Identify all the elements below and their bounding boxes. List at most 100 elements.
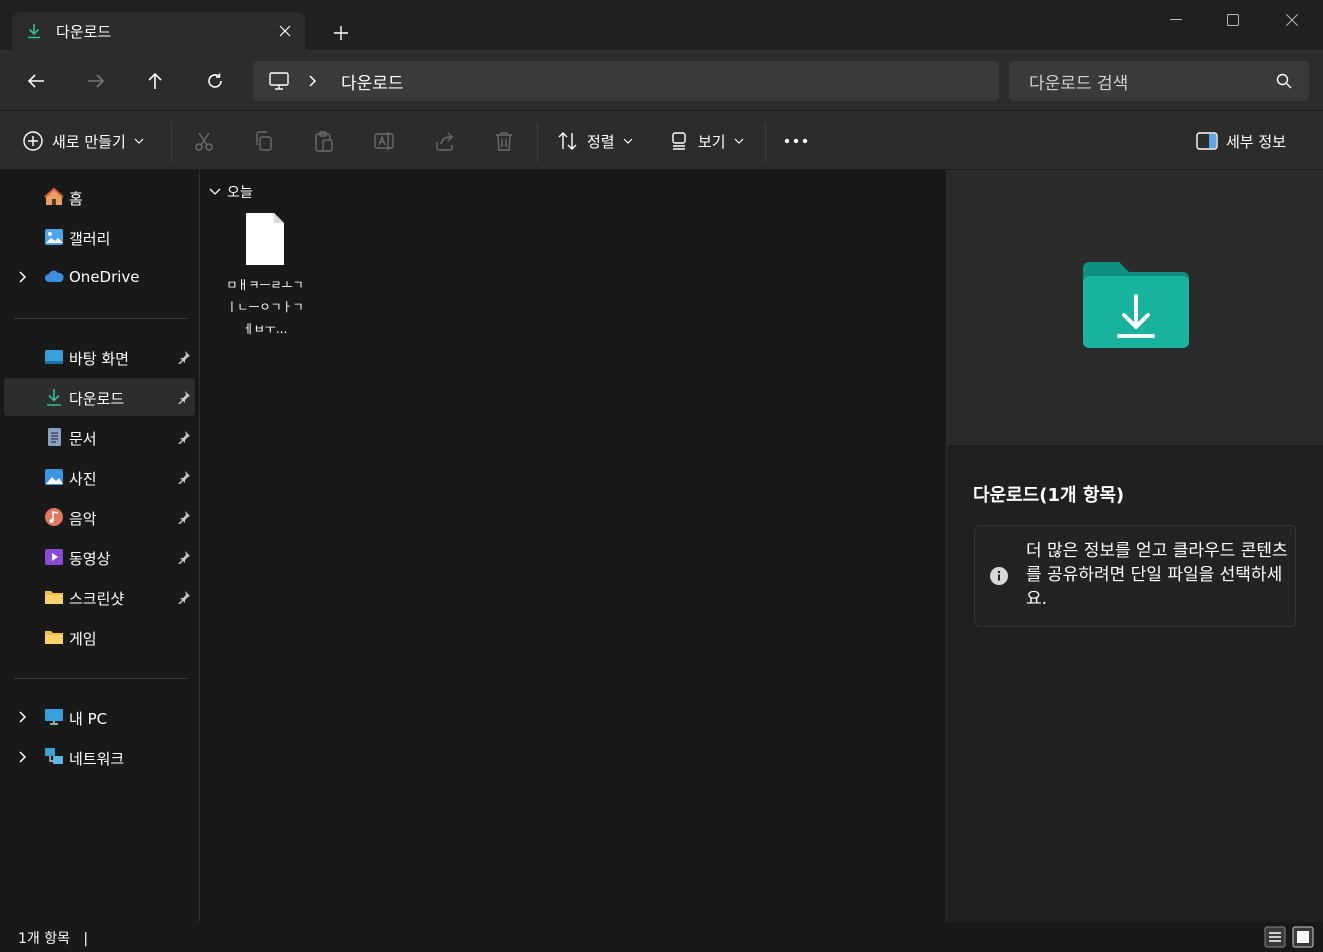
pc-icon bbox=[45, 709, 63, 725]
file-name: ㅁㅐㅋㅡㄹㅗㄱㅣㄴㅡㅇㄱㅏㄱㅔㅂㅜ... bbox=[226, 278, 304, 336]
new-button[interactable]: 새로 만들기 bbox=[22, 125, 144, 157]
sidebar-item-label: 내 PC bbox=[69, 710, 108, 728]
search-icon[interactable] bbox=[1275, 72, 1293, 90]
pc-icon[interactable] bbox=[269, 70, 291, 92]
copy-icon bbox=[256, 131, 272, 151]
navigation-pane: 홈 갤러리 OneDrive 바탕 화면 다운로드 문서 사진 음악 동영상 스… bbox=[0, 170, 200, 922]
plus-circle-icon bbox=[23, 131, 43, 151]
back-arrow-icon[interactable] bbox=[20, 66, 52, 96]
chevron-right-icon[interactable] bbox=[16, 750, 30, 764]
search-input[interactable]: 다운로드 검색 bbox=[1009, 61, 1309, 101]
sidebar-item-documents[interactable]: 문서 bbox=[4, 418, 195, 456]
video-icon bbox=[45, 549, 63, 565]
breadcrumb-item[interactable]: 다운로드 bbox=[341, 69, 404, 94]
details-pane-icon bbox=[1196, 132, 1218, 150]
sidebar-item-label: 사진 bbox=[69, 470, 97, 488]
cloud-icon bbox=[45, 270, 64, 282]
details-title: 다운로드(1개 항목) bbox=[973, 485, 1125, 506]
pin-icon[interactable] bbox=[177, 470, 191, 484]
chevron-right-icon[interactable] bbox=[16, 270, 30, 284]
sidebar-item-screenshots[interactable]: 스크린샷 bbox=[4, 578, 195, 616]
network-icon bbox=[45, 748, 63, 764]
cut-button[interactable] bbox=[193, 125, 215, 157]
view-button-label: 보기 bbox=[698, 132, 726, 151]
up-arrow-icon[interactable] bbox=[139, 66, 171, 96]
sidebar-item-home[interactable]: 홈 bbox=[4, 178, 195, 216]
delete-button[interactable] bbox=[493, 125, 515, 157]
gallery-icon bbox=[45, 229, 63, 245]
group-header-label: 오늘 bbox=[227, 185, 253, 201]
sidebar-item-gallery[interactable]: 갤러리 bbox=[4, 218, 195, 256]
sidebar-item-label: 음악 bbox=[69, 510, 97, 528]
pin-icon[interactable] bbox=[177, 430, 191, 444]
sidebar-divider bbox=[14, 678, 187, 679]
home-icon bbox=[44, 187, 64, 205]
download-folder-icon bbox=[1083, 262, 1189, 348]
sidebar-item-label: 홈 bbox=[69, 190, 83, 208]
rename-icon bbox=[374, 132, 394, 150]
sort-icon bbox=[558, 132, 577, 150]
toolbar-divider bbox=[171, 121, 172, 161]
minimize-icon[interactable] bbox=[1153, 6, 1199, 34]
details-pane-label: 세부 정보 bbox=[1226, 132, 1286, 151]
group-header-today[interactable]: 오늘 bbox=[209, 182, 253, 202]
tiles-view-icon[interactable] bbox=[1292, 926, 1314, 948]
share-icon bbox=[436, 132, 453, 151]
rename-button[interactable] bbox=[373, 125, 395, 157]
download-icon bbox=[24, 21, 44, 41]
chevron-right-icon[interactable] bbox=[16, 710, 30, 724]
sidebar-item-this-pc[interactable]: 내 PC bbox=[4, 698, 195, 736]
sidebar-item-videos[interactable]: 동영상 bbox=[4, 538, 195, 576]
sidebar-item-pictures[interactable]: 사진 bbox=[4, 458, 195, 496]
pin-icon[interactable] bbox=[177, 390, 191, 404]
pin-icon[interactable] bbox=[177, 550, 191, 564]
toolbar-divider bbox=[537, 121, 538, 161]
pin-icon[interactable] bbox=[177, 350, 191, 364]
sidebar-item-downloads[interactable]: 다운로드 bbox=[4, 378, 195, 416]
status-bar: 1개 항목 | bbox=[0, 922, 1323, 952]
sidebar-item-network[interactable]: 네트워크 bbox=[4, 738, 195, 776]
refresh-icon[interactable] bbox=[199, 66, 231, 96]
forward-arrow-icon[interactable] bbox=[80, 66, 112, 96]
plus-icon[interactable] bbox=[328, 20, 354, 46]
title-bar: 다운로드 bbox=[0, 0, 1323, 50]
paste-button[interactable] bbox=[313, 125, 335, 157]
close-icon[interactable] bbox=[275, 21, 295, 41]
sidebar-item-onedrive[interactable]: OneDrive bbox=[4, 258, 195, 296]
sidebar-item-music[interactable]: 음악 bbox=[4, 498, 195, 536]
details-pane: 다운로드(1개 항목) 더 많은 정보를 얻고 클라우드 콘텐츠를 공유하려면 … bbox=[946, 170, 1323, 922]
sidebar-item-games[interactable]: 게임 bbox=[4, 618, 195, 656]
address-field[interactable]: 다운로드 bbox=[253, 61, 999, 101]
file-item[interactable]: ㅁㅐㅋㅡㄹㅗㄱㅣㄴㅡㅇㄱㅏㄱㅔㅂㅜ... bbox=[223, 212, 307, 362]
copy-button[interactable] bbox=[253, 125, 275, 157]
details-pane-button[interactable]: 세부 정보 bbox=[1196, 125, 1286, 157]
command-bar: 새로 만들기 정렬 보기 세부 정보 bbox=[0, 111, 1323, 170]
close-window-icon[interactable] bbox=[1269, 6, 1315, 34]
new-button-label: 새로 만들기 bbox=[52, 132, 126, 151]
maximize-icon[interactable] bbox=[1210, 6, 1256, 34]
pin-icon[interactable] bbox=[177, 590, 191, 604]
view-icon bbox=[672, 132, 686, 150]
sidebar-item-label: 문서 bbox=[69, 430, 97, 448]
pin-icon[interactable] bbox=[177, 510, 191, 524]
sidebar-item-label: 바탕 화면 bbox=[69, 350, 129, 368]
pictures-icon bbox=[45, 469, 63, 485]
sidebar-item-desktop[interactable]: 바탕 화면 bbox=[4, 338, 195, 376]
tab-downloads[interactable]: 다운로드 bbox=[12, 12, 305, 50]
chevron-right-icon[interactable] bbox=[309, 75, 321, 87]
share-button[interactable] bbox=[433, 125, 455, 157]
search-placeholder: 다운로드 검색 bbox=[1029, 73, 1129, 94]
more-button[interactable] bbox=[784, 125, 808, 157]
sidebar-item-label: 동영상 bbox=[69, 550, 111, 568]
toolbar-divider bbox=[765, 121, 766, 161]
details-view-icon[interactable] bbox=[1264, 926, 1286, 948]
more-icon bbox=[784, 138, 808, 144]
delete-icon bbox=[496, 132, 512, 151]
chevron-down-icon bbox=[134, 138, 144, 144]
sort-button[interactable]: 정렬 bbox=[557, 125, 633, 157]
item-count: 1개 항목 | bbox=[18, 931, 89, 947]
preview-area bbox=[947, 170, 1323, 445]
sort-button-label: 정렬 bbox=[587, 132, 615, 151]
tab-title: 다운로드 bbox=[56, 22, 112, 41]
view-button[interactable]: 보기 bbox=[668, 125, 744, 157]
